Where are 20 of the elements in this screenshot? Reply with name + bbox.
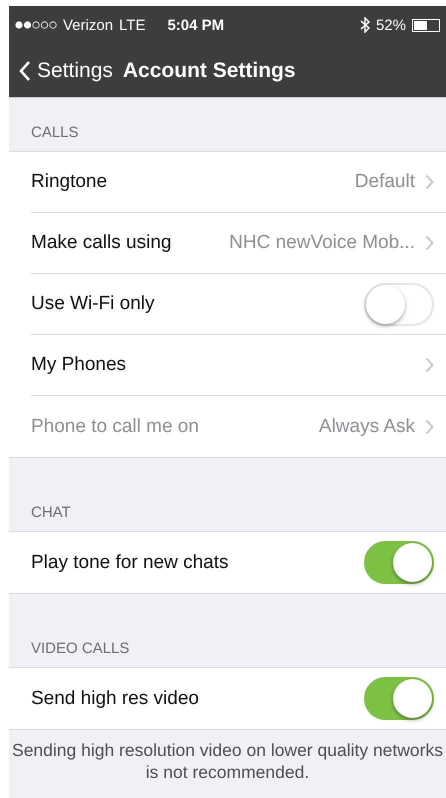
network-type: LTE [119, 16, 146, 34]
screen-title: Account Settings [122, 58, 296, 82]
setting-value: NHC newVoice Mob... [229, 232, 415, 254]
section-header: CALLS [30, 124, 79, 143]
carrier-name: Verizon [63, 16, 114, 34]
footer-note: Sending high resolution video on lower quality networks is not recommended. [11, 739, 444, 784]
battery-percent: 52% [376, 16, 406, 34]
setting-value: Default [354, 171, 415, 193]
setting-label: Use Wi-Fi only [31, 293, 155, 315]
setting-label: Play tone for new chats [31, 552, 228, 574]
setting-label: My Phones [31, 354, 126, 376]
section-header: CHAT [30, 504, 71, 523]
setting-label: Ringtone [31, 171, 108, 193]
setting-value: Always Ask [318, 416, 415, 438]
clock-time: 5:04 PM [167, 16, 224, 34]
section-header: VIDEO CALLS [30, 640, 130, 659]
back-button[interactable]: Settings [19, 58, 113, 82]
setting-label: Send high res video [31, 688, 199, 710]
setting-label: Make calls using [31, 232, 172, 254]
setting-label: Phone to call me on [31, 416, 199, 438]
